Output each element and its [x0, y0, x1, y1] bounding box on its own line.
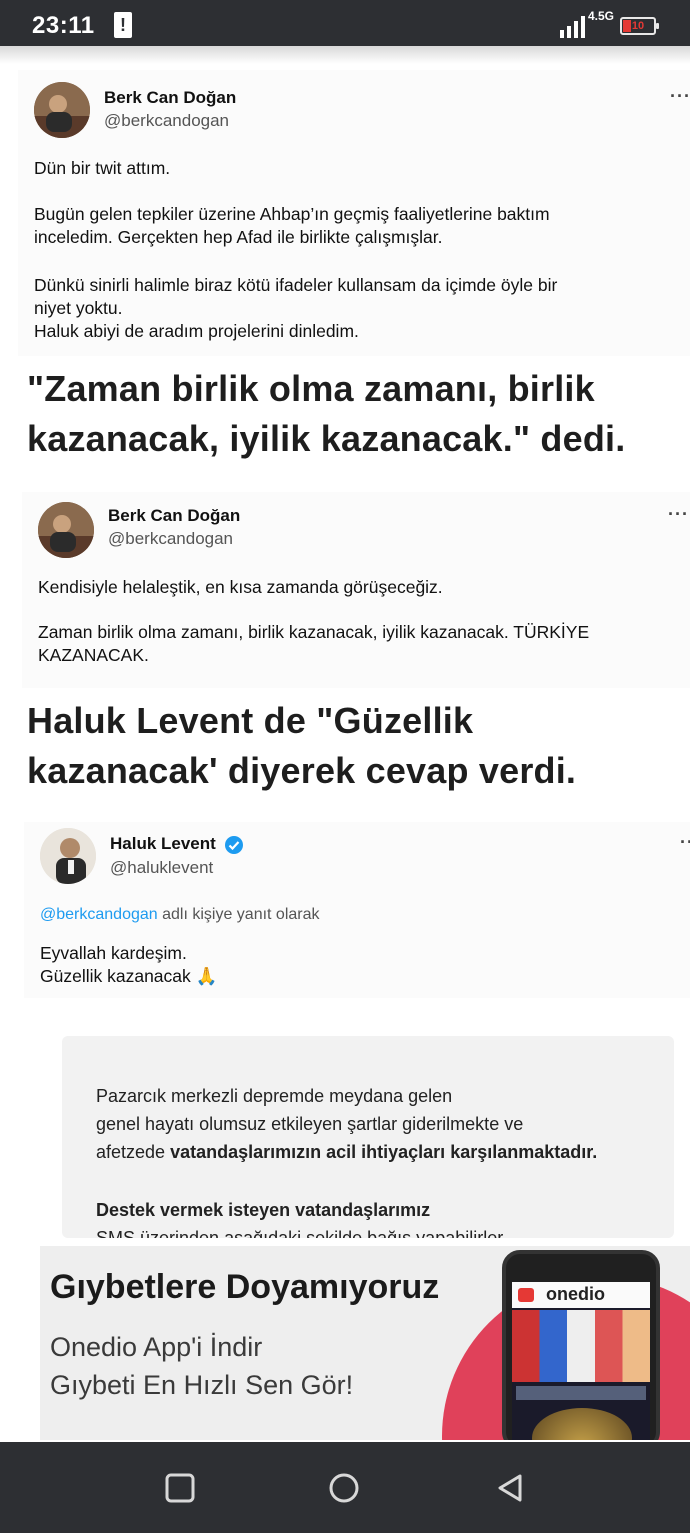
article-headline: "Zaman birlik olma zamanı, birlik kazana…: [27, 368, 626, 459]
status-bar: 23:11 ! 4.5G 10: [0, 0, 690, 46]
info-box: Pazarcık merkezli depremde meydana gelen…: [62, 1036, 674, 1238]
avatar: [40, 828, 96, 884]
tweet-text: Dünkü sinirli halimle biraz kötü ifadele…: [34, 275, 558, 341]
ad-banner[interactable]: Gıybetlere Doyamıyoruz Onedio App'i İndi…: [40, 1246, 690, 1440]
tweet-text: Bugün gelen tepkiler üzerine Ahbap’ın ge…: [34, 204, 550, 247]
tweet-card: Haluk Levent @haluklevent ·· @berkcandog…: [24, 822, 690, 998]
tweet-author-handle: @berkcandogan: [108, 529, 234, 548]
system-nav-bar: [0, 1442, 690, 1533]
tweet-text: Eyvallah kardeşim. Güzellik kazanacak 🙏: [40, 943, 218, 986]
article-headline: Haluk Levent de "Güzellik kazanacak' diy…: [27, 700, 577, 791]
verified-badge-icon: [225, 836, 243, 854]
tweet-author-name: Berk Can Doğan: [104, 88, 237, 107]
info-paragraph: Destek vermek isteyen vatandaşlarımız: [96, 1200, 431, 1220]
onedio-logo-icon: [518, 1288, 534, 1302]
toolbar-shadow: [0, 46, 690, 64]
more-options-icon[interactable]: ···: [670, 86, 690, 107]
signal-strength-icon: [560, 16, 585, 38]
tweet-author-handle: @haluklevent: [110, 858, 214, 877]
tweet-card: Berk Can Doğan @berkcandogan ··· Kendisi…: [22, 492, 690, 688]
tweet-author-name: Haluk Levent: [110, 834, 216, 853]
notification-alert-icon: !: [114, 12, 132, 38]
battery-icon: 10: [620, 17, 659, 35]
more-options-icon[interactable]: ···: [668, 504, 689, 525]
tweet-text: Kendisiyle helaleştik, en kısa zamanda g…: [38, 577, 443, 597]
tweet-author-handle: @berkcandogan: [104, 111, 230, 130]
back-triangle-icon[interactable]: [494, 1472, 526, 1504]
ad-line: Gıybeti En Hızlı Sen Gör!: [50, 1370, 354, 1400]
info-paragraph: SMS üzerinden aşağıdaki şekilde bağış ya…: [96, 1228, 508, 1238]
avatar: [34, 82, 90, 138]
tweet-author-name: Berk Can Doğan: [108, 506, 241, 525]
home-circle-icon[interactable]: [328, 1472, 360, 1504]
more-options-icon[interactable]: ··: [680, 832, 690, 853]
recents-square-icon[interactable]: [164, 1472, 196, 1504]
avatar: [38, 502, 94, 558]
battery-level: 10: [631, 20, 645, 32]
network-type-label: 4.5G: [588, 9, 615, 23]
ad-line: Onedio App'i İndir: [50, 1332, 263, 1362]
reply-context: @berkcandogan adlı kişiye yanıt olarak: [40, 906, 320, 924]
reply-context-text: adlı kişiye yanıt olarak: [157, 906, 320, 923]
info-text-bold: vatandaşlarımızın acil ihtiyaçları karşı…: [170, 1142, 598, 1162]
reply-mention-link[interactable]: @berkcandogan: [40, 906, 158, 923]
tweet-text: Zaman birlik olma zamanı, birlik kazanac…: [38, 622, 590, 665]
ad-title: Gıybetlere Doyamıyoruz: [50, 1268, 440, 1306]
info-paragraph: Pazarcık merkezli depremde meydana gelen…: [96, 1082, 597, 1166]
clock: 23:11: [32, 12, 95, 39]
tweet-card: Berk Can Doğan @berkcandogan ··· Dün bir…: [18, 70, 690, 356]
tweet-text: Dün bir twit attım.: [34, 158, 171, 178]
phone-mockup-image: onedio: [502, 1250, 660, 1440]
phone-brand: onedio: [546, 1284, 605, 1304]
